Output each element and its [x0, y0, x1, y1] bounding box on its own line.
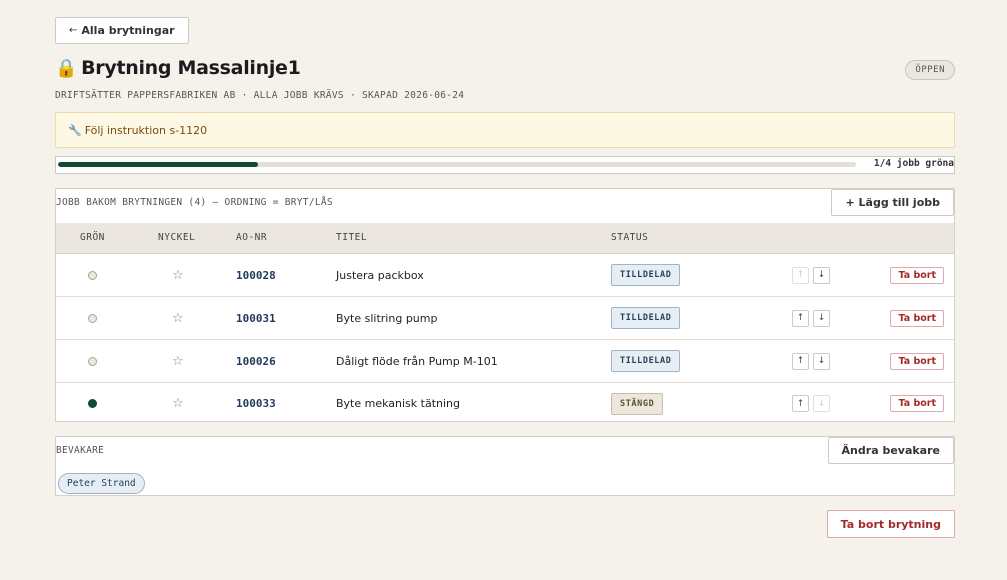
watcher-chip: Peter Strand: [58, 473, 145, 494]
page-title: 🔒 Brytning Massalinje1: [55, 57, 955, 79]
order-cell: ↑ ↓: [792, 297, 834, 339]
job-status-badge: TILLDELAD: [611, 307, 681, 329]
ao-cell: 100033: [236, 383, 276, 424]
column-header-title: TITEL: [336, 232, 368, 243]
progress-track: [58, 162, 856, 167]
order-cell: ↑ ↓: [792, 254, 834, 296]
ao-cell: 100028: [236, 254, 276, 296]
green-cell: [88, 297, 97, 339]
status-cell: TILLDELAD: [611, 297, 681, 339]
back-button-label: Alla brytningar: [81, 24, 175, 37]
status-badge: ÖPPEN: [905, 60, 955, 80]
column-header-green: GRÖN: [80, 232, 105, 243]
move-down-button[interactable]: ↓: [813, 352, 830, 370]
green-cell: [88, 340, 97, 382]
star-icon[interactable]: ☆: [172, 311, 184, 326]
table-row: ☆ 100028 Justera packbox TILLDELAD ↑ ↓ Ta bort: [56, 254, 954, 297]
remove-cell: Ta bort: [890, 340, 944, 382]
title-cell: Dåligt flöde från Pump M-101: [336, 340, 498, 382]
remove-cell: Ta bort: [890, 383, 944, 424]
key-cell: ☆: [172, 297, 184, 339]
ao-cell: 100031: [236, 297, 276, 339]
job-status-badge: STÄNGD: [611, 392, 664, 415]
status-cell: STÄNGD: [611, 383, 664, 424]
ao-number-link[interactable]: 100028: [236, 269, 276, 282]
column-header-ao: AO-NR: [236, 232, 268, 243]
jobs-header: JOBB BAKOM BRYTNINGEN (4) — ORDNING = BR…: [56, 189, 954, 223]
job-status-badge: TILLDELAD: [611, 350, 681, 372]
key-cell: ☆: [172, 340, 184, 382]
pending-status-dot-icon: [88, 270, 97, 280]
job-title: Dåligt flöde från Pump M-101: [336, 354, 498, 368]
move-down-button[interactable]: ↓: [813, 266, 830, 284]
ao-number-link[interactable]: 100033: [236, 397, 276, 410]
remove-job-button[interactable]: Ta bort: [890, 266, 944, 284]
move-down-button[interactable]: ↓: [813, 309, 830, 327]
page-meta: DRIFTSÄTTER PAPPERSFABRIKEN AB · ALLA JO…: [55, 90, 465, 101]
order-cell: ↑ ↓: [792, 383, 834, 424]
remove-cell: Ta bort: [890, 297, 944, 339]
move-up-button[interactable]: ↑: [792, 395, 809, 412]
table-row: ☆ 100031 Byte slitring pump TILLDELAD ↑ ↓ Ta b…: [56, 297, 954, 340]
order-cell: ↑ ↓: [792, 340, 834, 382]
page-title-text: Brytning Massalinje1: [81, 57, 301, 79]
instruction-notice: 🔧 Följ instruktion s-1120: [55, 112, 955, 148]
arrow-left-icon: ←: [69, 25, 78, 36]
title-cell: Byte mekanisk tätning: [336, 383, 460, 424]
instruction-text: Följ instruktion s-1120: [84, 123, 208, 137]
column-header-key: NYCKEL: [158, 232, 196, 243]
column-header-status: STATUS: [611, 232, 649, 243]
star-icon[interactable]: ☆: [172, 268, 184, 283]
star-icon[interactable]: ☆: [172, 354, 184, 369]
add-job-button[interactable]: + Lägg till jobb: [831, 189, 954, 216]
status-cell: TILLDELAD: [611, 340, 681, 382]
watchers-panel: BEVAKARE Ändra bevakare Peter Strand: [55, 436, 955, 496]
remove-job-button[interactable]: Ta bort: [890, 352, 944, 370]
job-title: Justera packbox: [336, 268, 424, 282]
progress-label: 1/4 jobb gröna: [873, 158, 954, 169]
move-up-button[interactable]: ↑: [792, 309, 809, 327]
key-cell: ☆: [172, 254, 184, 296]
move-up-button[interactable]: ↑: [792, 352, 809, 370]
wrench-icon: 🔧: [68, 123, 82, 137]
job-title: Byte slitring pump: [336, 311, 438, 325]
remove-job-button[interactable]: Ta bort: [890, 395, 944, 412]
remove-cell: Ta bort: [890, 254, 944, 296]
jobs-table-header: GRÖN NYCKEL AO-NR TITEL STATUS: [56, 223, 954, 254]
move-up-button[interactable]: ↑: [792, 266, 809, 284]
star-icon[interactable]: ☆: [172, 396, 184, 411]
jobs-panel: JOBB BAKOM BRYTNINGEN (4) — ORDNING = BR…: [55, 188, 955, 422]
job-title: Byte mekanisk tätning: [336, 397, 461, 410]
jobs-caption: JOBB BAKOM BRYTNINGEN (4) — ORDNING = BR…: [56, 197, 333, 208]
progress-panel: 1/4 jobb gröna: [55, 156, 955, 174]
lock-icon: 🔒: [55, 57, 78, 79]
remove-job-button[interactable]: Ta bort: [890, 309, 944, 327]
ao-number-link[interactable]: 100031: [236, 312, 276, 325]
watchers-caption: BEVAKARE: [56, 445, 105, 456]
key-cell: ☆: [172, 383, 184, 424]
title-cell: Byte slitring pump: [336, 297, 437, 339]
title-row: 🔒 Brytning Massalinje1 ÖPPEN: [55, 57, 955, 83]
status-cell: TILLDELAD: [611, 254, 681, 296]
title-cell: Justera packbox: [336, 254, 424, 296]
ao-cell: 100026: [236, 340, 276, 382]
ao-number-link[interactable]: 100026: [236, 355, 276, 368]
back-to-all-breaks-button[interactable]: ← Alla brytningar: [55, 17, 189, 44]
table-row: ☆ 100033 Byte mekanisk tätning STÄNGD ↑ ↓ Ta b…: [56, 383, 954, 424]
green-status-dot-icon: [88, 399, 97, 408]
table-row: ☆ 100026 Dåligt flöde från Pump M-101 TILLD…: [56, 340, 954, 383]
move-down-button[interactable]: ↓: [813, 395, 830, 412]
jobs-table-body: ☆ 100028 Justera packbox TILLDELAD ↑ ↓ Ta bort…: [56, 254, 954, 424]
change-watchers-button[interactable]: Ändra bevakare: [827, 437, 954, 464]
pending-status-dot-icon: [88, 356, 97, 366]
green-cell: [88, 383, 97, 424]
pending-status-dot-icon: [88, 313, 97, 323]
delete-break-button[interactable]: Ta bort brytning: [826, 510, 955, 538]
job-status-badge: TILLDELAD: [611, 264, 681, 286]
green-cell: [88, 254, 97, 296]
progress-fill: [58, 162, 258, 167]
